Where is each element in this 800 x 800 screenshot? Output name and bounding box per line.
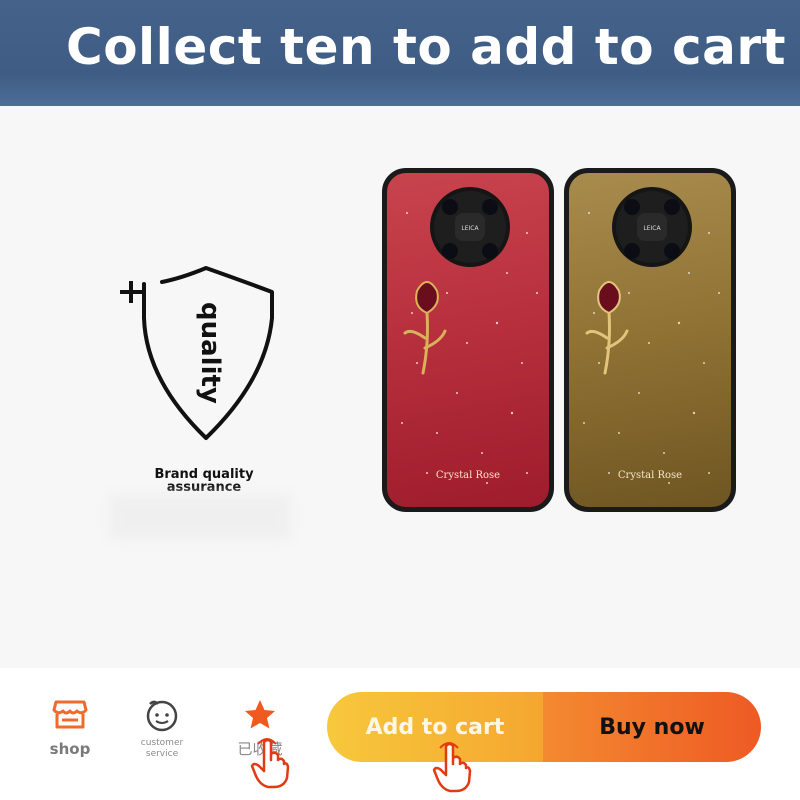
header-banner: Collect ten to add to cart (0, 0, 800, 106)
nav-customer-service[interactable]: customer service (130, 698, 194, 760)
customer-service-icon (146, 700, 178, 732)
star-icon (245, 700, 275, 729)
nav-service-label: customer service (140, 738, 184, 759)
purchase-buttons: Add to cart Buy now (327, 692, 761, 762)
case-caption-red: Crystal Rose (435, 470, 501, 481)
case-caption-gold: Crystal Rose (617, 470, 683, 481)
banner-title: Collect ten to add to cart (66, 18, 786, 76)
camera-brand-gold: LEICA (643, 225, 661, 232)
buy-now-button[interactable]: Buy now (543, 692, 761, 762)
pointer-hand-icon (250, 738, 290, 789)
shop-icon (52, 700, 88, 729)
red-case-art: LEICA (401, 187, 538, 484)
pointer-hand-icon (432, 742, 472, 793)
camera-brand-red: LEICA (461, 225, 479, 232)
brand-assurance: Brand quality assurance (140, 468, 268, 494)
faded-reflection (110, 495, 290, 539)
quality-shield-icon: quality (120, 266, 274, 440)
shield-word: quality (195, 302, 225, 404)
gold-case-art: LEICA (583, 187, 720, 484)
product-image-red[interactable]: LEICA Crystal Rose (382, 168, 554, 512)
nav-shop[interactable]: shop (40, 698, 100, 758)
product-image-gold[interactable]: LEICA Crystal Rose (564, 168, 736, 512)
brand-line-2: assurance (166, 480, 242, 495)
nav-shop-label: shop (49, 740, 91, 758)
